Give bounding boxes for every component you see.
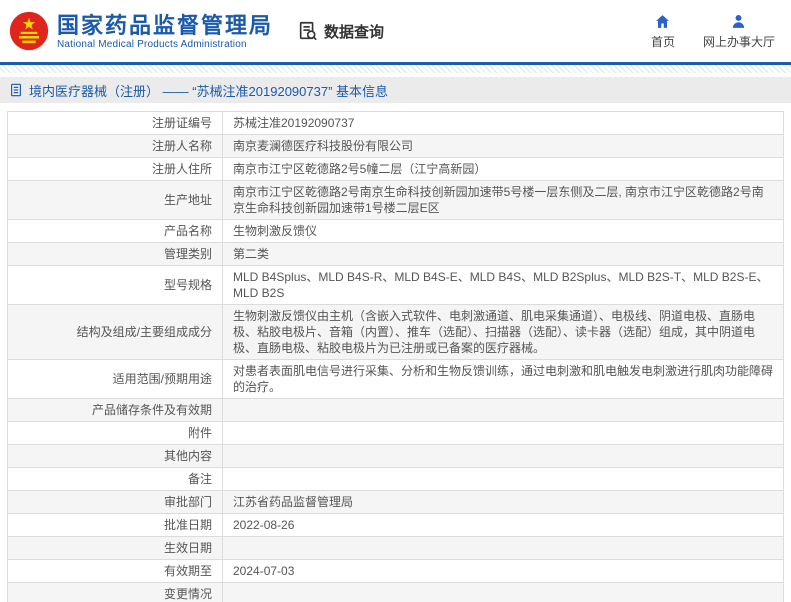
field-label: 注册人住所 xyxy=(7,157,223,181)
hatch-strip xyxy=(0,65,791,73)
data-query-tab[interactable]: 数据查询 xyxy=(297,20,384,42)
site-title-en: National Medical Products Administration xyxy=(57,38,247,50)
header: 国家药品监督管理局 National Medical Products Admi… xyxy=(0,0,791,62)
table-row: 产品名称 生物刺激反馈仪 xyxy=(7,219,784,243)
table-row: 注册证编号 苏械注准20192090737 xyxy=(7,111,784,135)
field-value xyxy=(222,444,784,468)
site-title-cn: 国家药品监督管理局 xyxy=(57,12,274,38)
table-row: 生效日期 xyxy=(7,536,784,560)
table-row: 批准日期 2022-08-26 xyxy=(7,513,784,537)
field-value: 南京市江宁区乾德路2号南京生命科技创新园加速带5号楼一层东侧及二层, 南京市江宁… xyxy=(222,180,784,220)
field-value xyxy=(222,536,784,560)
nav-home-label: 首页 xyxy=(650,34,675,49)
logo-titles: 国家药品监督管理局 National Medical Products Admi… xyxy=(57,13,273,50)
person-icon xyxy=(733,14,745,28)
field-value xyxy=(222,467,784,491)
field-value: 江苏省药品监督管理局 xyxy=(222,490,784,514)
table-row: 适用范围/预期用途 对患者表面肌电信号进行采集、分析和生物反馈训练，通过电刺激和… xyxy=(7,359,784,399)
field-value: 苏械注准20192090737 xyxy=(222,111,784,135)
field-label: 审批部门 xyxy=(7,490,223,514)
table-row: 附件 xyxy=(7,421,784,445)
field-label: 管理类别 xyxy=(7,242,223,266)
table-row: 产品储存条件及有效期 xyxy=(7,398,784,422)
nav-service-hall[interactable]: 网上办事大厅 xyxy=(703,13,775,50)
table-row: 生产地址 南京市江宁区乾德路2号南京生命科技创新园加速带5号楼一层东侧及二层, … xyxy=(7,180,784,220)
breadcrumb-text: 境内医疗器械（注册） —— “苏械注准20192090737” 基本信息 xyxy=(29,83,389,99)
field-label: 批准日期 xyxy=(7,513,223,537)
top-nav: 首页 网上办事大厅 xyxy=(651,13,775,50)
field-value: 对患者表面肌电信号进行采集、分析和生物反馈训练，通过电刺激和肌电触发电刺激进行肌… xyxy=(222,359,784,399)
field-value: 2024-07-03 xyxy=(222,559,784,583)
data-query-label: 数据查询 xyxy=(324,23,385,41)
field-value: 2022-08-26 xyxy=(222,513,784,537)
field-label: 产品储存条件及有效期 xyxy=(7,398,223,422)
registration-info-table: 注册证编号 苏械注准20192090737 注册人名称 南京麦澜德医疗科技股份有… xyxy=(7,111,784,602)
field-label: 注册证编号 xyxy=(7,111,223,135)
field-label: 其他内容 xyxy=(7,444,223,468)
nav-home[interactable]: 首页 xyxy=(651,13,675,50)
field-value: 生物刺激反馈仪由主机（含嵌入式软件、电刺激通道、肌电采集通道）、电极线、阴道电极… xyxy=(222,304,784,360)
field-label: 生效日期 xyxy=(7,536,223,560)
table-row: 结构及组成/主要组成成分 生物刺激反馈仪由主机（含嵌入式软件、电刺激通道、肌电采… xyxy=(7,304,784,360)
field-value: 南京市江宁区乾德路2号5幢二层（江宁高新园） xyxy=(222,157,784,181)
nmpa-logo[interactable]: 国家药品监督管理局 National Medical Products Admi… xyxy=(0,11,273,51)
field-label: 有效期至 xyxy=(7,559,223,583)
field-label: 注册人名称 xyxy=(7,134,223,158)
table-row: 注册人住所 南京市江宁区乾德路2号5幢二层（江宁高新园） xyxy=(7,157,784,181)
field-value: 生物刺激反馈仪 xyxy=(222,219,784,243)
table-row: 型号规格 MLD B4Splus、MLD B4S-R、MLD B4S-E、MLD… xyxy=(7,265,784,305)
field-value: MLD B4Splus、MLD B4S-R、MLD B4S-E、MLD B4S、… xyxy=(222,265,784,305)
field-label: 产品名称 xyxy=(7,219,223,243)
field-label: 型号规格 xyxy=(7,265,223,305)
field-label: 备注 xyxy=(7,467,223,491)
table-row: 备注 xyxy=(7,467,784,491)
table-row: 变更情况 xyxy=(7,582,784,602)
document-search-icon xyxy=(299,21,317,41)
field-value xyxy=(222,398,784,422)
document-icon xyxy=(11,83,21,97)
field-label: 结构及组成/主要组成成分 xyxy=(7,304,223,360)
field-value: 南京麦澜德医疗科技股份有限公司 xyxy=(222,134,784,158)
nav-service-hall-label: 网上办事大厅 xyxy=(702,34,775,49)
field-label: 附件 xyxy=(7,421,223,445)
breadcrumb: 境内医疗器械（注册） —— “苏械注准20192090737” 基本信息 xyxy=(0,77,791,103)
field-label: 生产地址 xyxy=(7,180,223,220)
field-label: 适用范围/预期用途 xyxy=(7,359,223,399)
national-emblem-icon xyxy=(9,11,49,51)
table-row: 有效期至 2024-07-03 xyxy=(7,559,784,583)
table-row: 其他内容 xyxy=(7,444,784,468)
table-row: 注册人名称 南京麦澜德医疗科技股份有限公司 xyxy=(7,134,784,158)
field-label: 变更情况 xyxy=(7,582,223,602)
table-row: 审批部门 江苏省药品监督管理局 xyxy=(7,490,784,514)
home-icon xyxy=(656,14,670,28)
field-value xyxy=(222,421,784,445)
field-value: 第二类 xyxy=(222,242,784,266)
table-row: 管理类别 第二类 xyxy=(7,242,784,266)
field-value xyxy=(222,582,784,602)
